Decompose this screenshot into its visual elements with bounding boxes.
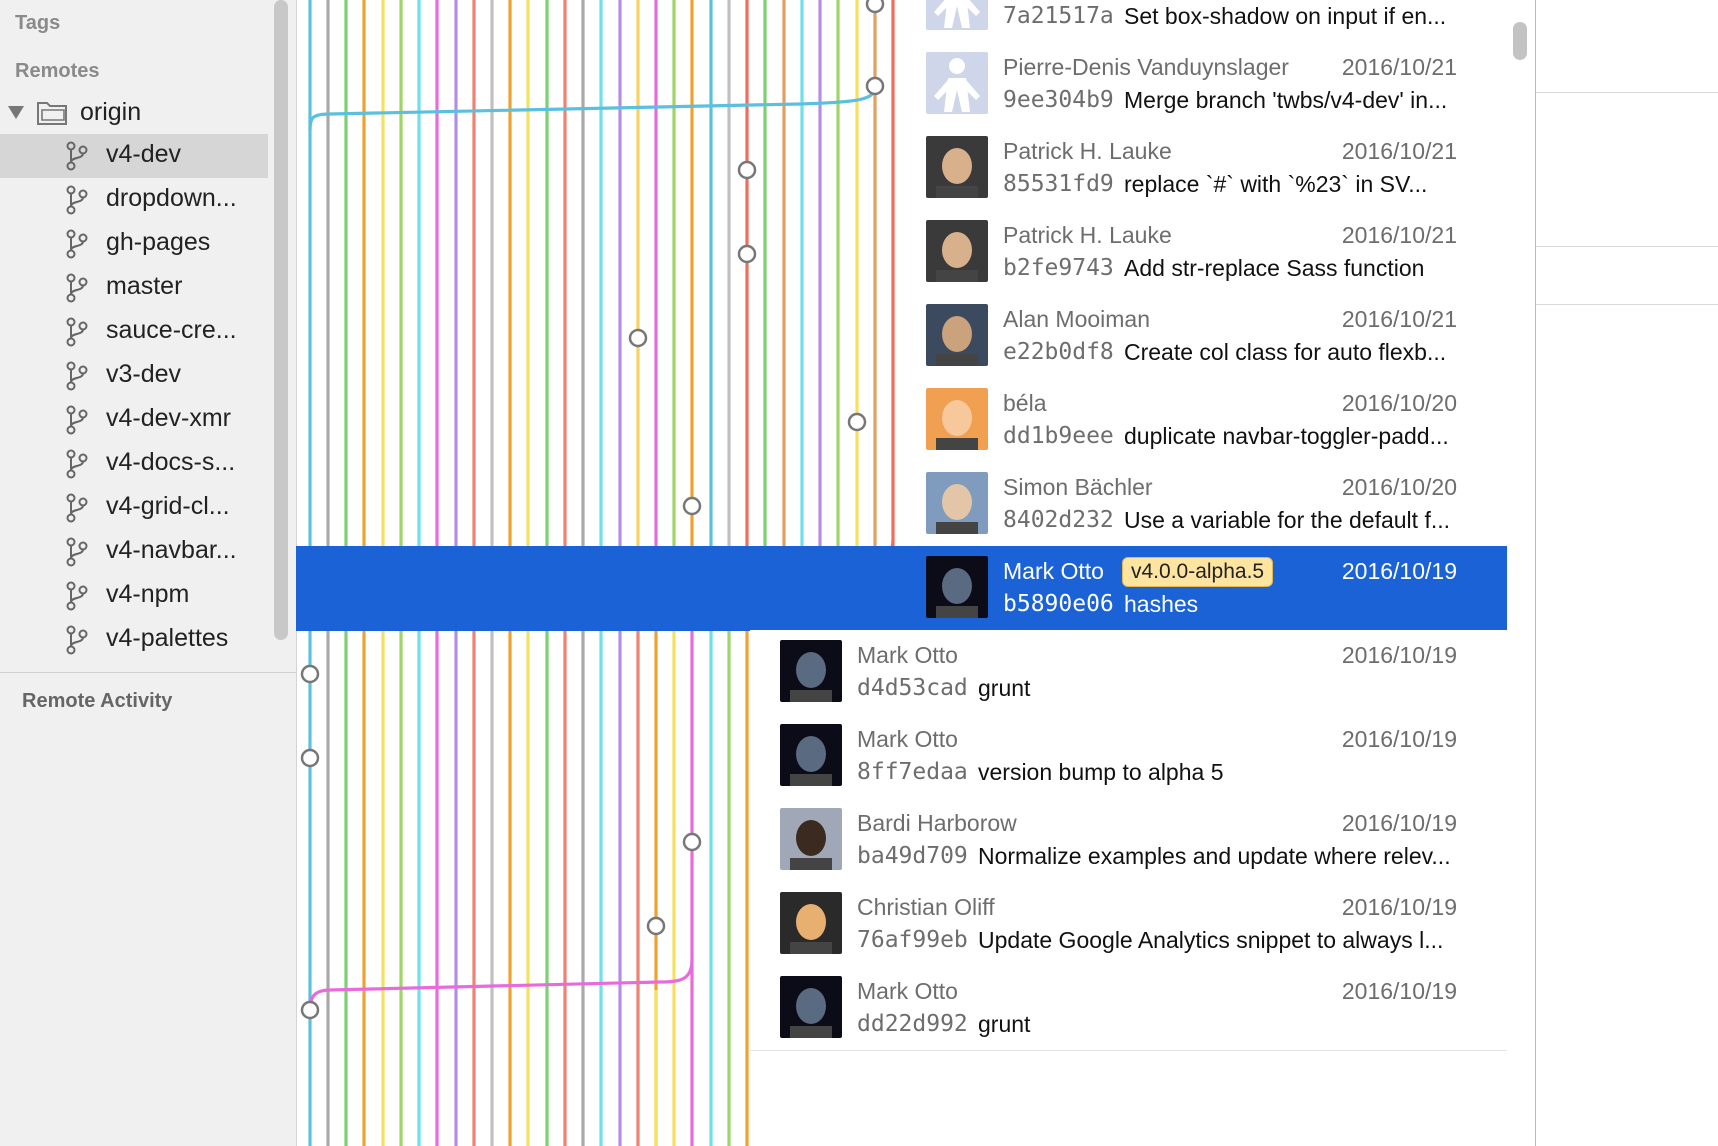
commit-date: 2016/10/21 [1341, 222, 1457, 248]
commit-row[interactable]: Patrick H. Lauke 2016/10/21 b2fe9743 Add st… [896, 210, 1507, 295]
commit-message: Use a variable for the default f... [1124, 507, 1451, 533]
commit-sha: d4d53cad [857, 675, 968, 701]
tag-badge[interactable]: v4.0.0-alpha.5 [1122, 557, 1274, 587]
commit-author: Patrick H. Lauke [1003, 138, 1172, 164]
commit-date: 2016/10/19 [1341, 642, 1457, 668]
commit-node[interactable] [865, 76, 885, 96]
commit-message: hashes [1124, 591, 1199, 617]
commit-node[interactable] [628, 328, 648, 348]
commit-row[interactable]: Mark Otto 2016/10/19 b5890e06 hashes v4.0.0-… [296, 546, 1507, 631]
commit-row[interactable]: 7a21517a Set box-shadow on input if en... [896, 0, 1507, 43]
commit-date: 2016/10/21 [1341, 138, 1457, 164]
commit-date: 2016/10/21 [1341, 54, 1457, 80]
commit-sha: dd1b9eee [1003, 423, 1114, 449]
commit-node[interactable] [737, 160, 757, 180]
commit-node[interactable] [646, 916, 666, 936]
commit-author: Pierre-Denis Vanduynslager [1003, 54, 1289, 80]
commit-node[interactable] [682, 832, 702, 852]
commit-author: béla [1003, 390, 1047, 416]
commit-author: Patrick H. Lauke [1003, 222, 1172, 248]
commit-sha: 8402d232 [1003, 507, 1114, 533]
commit-message: Merge branch 'twbs/v4-dev' in... [1124, 87, 1448, 113]
commit-message: replace `#` with `%23` in SV... [1124, 171, 1428, 197]
commit-author: Mark Otto [857, 978, 958, 1004]
commit-node[interactable] [682, 496, 702, 516]
commit-row[interactable]: Mark Otto 2016/10/19 dd22d992 grunt [750, 966, 1507, 1051]
author-avatar [926, 136, 988, 198]
commit-author: Alan Mooiman [1003, 306, 1151, 332]
commit-date: 2016/10/21 [1341, 306, 1457, 332]
detail-pane-separator [1536, 246, 1718, 247]
commit-row[interactable]: Mark Otto 2016/10/19 d4d53cad grunt [750, 630, 1507, 715]
commit-date: 2016/10/20 [1341, 474, 1457, 500]
commit-node[interactable] [847, 412, 867, 432]
commit-message: duplicate navbar-toggler-padd... [1124, 423, 1449, 449]
commit-sha: 85531fd9 [1003, 171, 1114, 197]
commit-node[interactable] [865, 0, 885, 14]
detail-pane-separator [1536, 304, 1718, 305]
commit-sha: ba49d709 [857, 843, 968, 869]
commit-date: 2016/10/19 [1341, 558, 1457, 584]
author-avatar [780, 976, 842, 1038]
commit-row[interactable]: Patrick H. Lauke 2016/10/21 85531fd9 replac… [896, 126, 1507, 211]
commit-date: 2016/10/19 [1341, 810, 1457, 836]
author-avatar [926, 556, 988, 618]
commit-message: grunt [978, 1011, 1031, 1037]
commit-row[interactable]: Alan Mooiman 2016/10/21 e22b0df8 Create col… [896, 294, 1507, 379]
commit-sha: b2fe9743 [1003, 255, 1114, 281]
commit-sha: 8ff7edaa [857, 759, 968, 785]
commit-date: 2016/10/19 [1341, 978, 1457, 1004]
graph-lane [308, 959, 694, 1011]
commit-sha: e22b0df8 [1003, 339, 1114, 365]
author-avatar [780, 892, 842, 954]
commit-date: 2016/10/20 [1341, 390, 1457, 416]
author-avatar [780, 808, 842, 870]
commit-sha: b5890e06 [1003, 591, 1114, 617]
author-avatar [780, 724, 842, 786]
author-avatar [926, 472, 988, 534]
commit-author: Bardi Harborow [857, 810, 1017, 836]
commit-list-scrollbar[interactable] [1513, 22, 1527, 60]
commit-sha: dd22d992 [857, 1011, 968, 1037]
commit-sha: 76af99eb [857, 927, 968, 953]
commit-node[interactable] [300, 1000, 320, 1020]
commit-sha: 7a21517a [1003, 3, 1114, 29]
commit-message: Add str-replace Sass function [1124, 255, 1425, 281]
commit-row[interactable]: Pierre-Denis Vanduynslager 2016/10/21 9ee3… [896, 42, 1507, 127]
commit-message: Set box-shadow on input if en... [1124, 3, 1447, 29]
commit-node[interactable] [300, 748, 320, 768]
commit-message: Create col class for auto flexb... [1124, 339, 1447, 365]
commit-row[interactable]: Bardi Harborow 2016/10/19 ba49d709 Normaliz… [750, 798, 1507, 883]
author-avatar [926, 388, 988, 450]
commit-message: Normalize examples and update where rele… [978, 843, 1451, 869]
author-avatar [780, 640, 842, 702]
pane-divider [1535, 0, 1536, 1146]
commit-author: Mark Otto [857, 726, 958, 752]
commit-row[interactable]: Simon Bächler 2016/10/20 8402d232 Use a var… [896, 462, 1507, 547]
commit-node[interactable] [737, 244, 757, 264]
commit-message: grunt [978, 675, 1031, 701]
commit-message: Update Google Analytics snippet to alway… [978, 927, 1444, 953]
commit-node[interactable] [300, 664, 320, 684]
commit-row[interactable]: béla 2016/10/20 dd1b9eee duplicate navbar-t… [896, 378, 1507, 463]
commit-author: Christian Oliff [857, 894, 995, 920]
ironman-icon [926, 52, 988, 114]
commit-date: 2016/10/19 [1341, 726, 1457, 752]
graph-lane [308, 85, 877, 131]
author-avatar [926, 0, 988, 30]
commit-sha: 9ee304b9 [1003, 87, 1114, 113]
commit-author: Mark Otto [857, 642, 958, 668]
commit-row[interactable]: Christian Oliff 2016/10/19 76af99eb Update … [750, 882, 1507, 967]
author-avatar [926, 52, 988, 114]
detail-pane-separator [1536, 92, 1718, 93]
author-avatar [926, 304, 988, 366]
commit-author: Mark Otto [1003, 558, 1104, 584]
author-avatar [926, 220, 988, 282]
commit-date: 2016/10/19 [1341, 894, 1457, 920]
commit-row[interactable]: Mark Otto 2016/10/19 8ff7edaa version bump … [750, 714, 1507, 799]
commit-author: Simon Bächler [1003, 474, 1153, 500]
ironman-icon [926, 0, 988, 30]
commit-message: version bump to alpha 5 [978, 759, 1224, 785]
